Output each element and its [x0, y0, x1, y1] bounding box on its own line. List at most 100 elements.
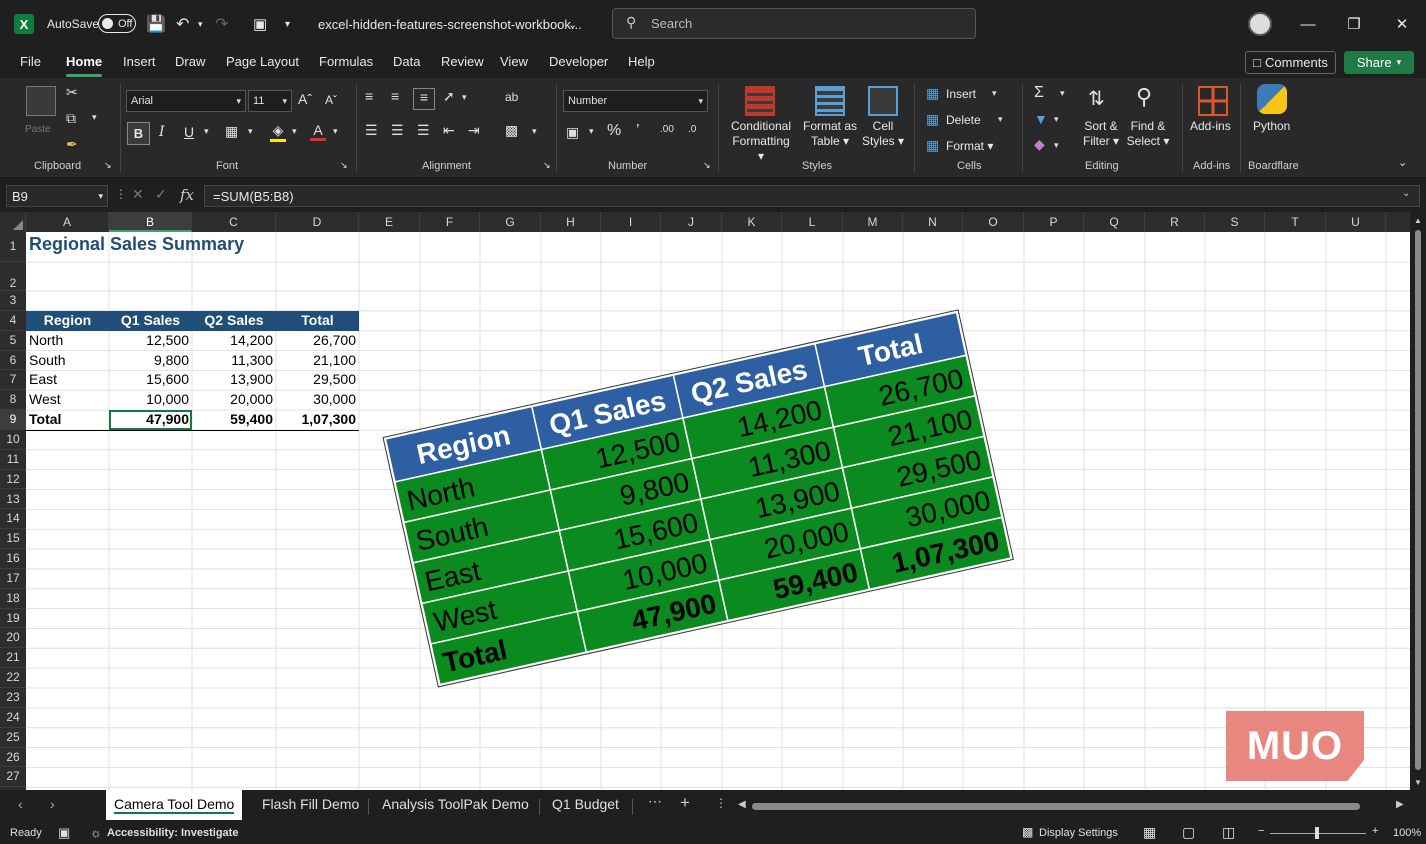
merge-center-icon[interactable]: ▩ [505, 122, 518, 139]
more-sheets-icon[interactable]: ⋯ [648, 793, 662, 810]
restore-icon[interactable]: ❐ [1342, 12, 1366, 36]
increase-decimal-icon[interactable]: .00 [660, 124, 674, 135]
insert-dropdown-icon[interactable]: ▾ [992, 88, 997, 99]
display-settings-icon[interactable]: ▩ [1022, 825, 1033, 839]
tab-data[interactable]: Data [393, 54, 420, 69]
cell-styles-button[interactable]: Cell Styles ▾ [858, 119, 908, 149]
copy-icon[interactable]: ⧉ [66, 110, 76, 127]
tab-view[interactable]: View [500, 54, 528, 69]
top-align-icon[interactable]: ≡ [365, 88, 373, 104]
find-select-icon[interactable]: ⚲ [1136, 84, 1152, 110]
file-name[interactable]: excel-hidden-features-screenshot-workboo… [318, 0, 582, 48]
worksheet-grid[interactable]: ABCDEFGHIJKLMNOPQRSTU 1 2 3 4 5 6 7 8 9 10 11 12 13 1… [0, 212, 1410, 790]
delete-cells-icon[interactable]: ▦ [926, 111, 939, 128]
decrease-font-size-icon[interactable]: Aˇ [325, 93, 337, 107]
tab-options-icon[interactable]: ⋮ [715, 796, 727, 810]
accessibility-status[interactable]: Accessibility: Investigate [107, 827, 238, 839]
add-ins-button[interactable]: Add-ins [1190, 119, 1231, 134]
insert-cells-button[interactable]: Insert [946, 87, 976, 102]
orientation-icon[interactable]: ➚ [443, 88, 455, 105]
fill-color-icon[interactable]: ◈ [270, 122, 286, 142]
percent-icon[interactable]: % [607, 122, 621, 140]
orientation-dropdown-icon[interactable]: ▾ [462, 92, 467, 103]
sheet-tab-q1-budget[interactable]: Q1 Budget [552, 796, 619, 812]
ribbon-collapse-chevron-icon[interactable]: ⌄ [1398, 156, 1407, 169]
fill-icon[interactable]: ▼ [1034, 111, 1048, 127]
save-icon[interactable]: 💾 [146, 0, 166, 48]
decrease-indent-icon[interactable]: ⇤ [443, 122, 455, 139]
align-right-icon[interactable]: ☰ [417, 122, 430, 139]
close-icon[interactable]: ✕ [1390, 12, 1414, 36]
zoom-in-icon[interactable]: + [1372, 825, 1378, 837]
tab-developer[interactable]: Developer [549, 54, 608, 69]
borders-dropdown-icon[interactable]: ▾ [248, 126, 253, 137]
format-cells-button[interactable]: Format ▾ [946, 139, 993, 154]
middle-align-icon[interactable]: ≡ [391, 88, 399, 104]
format-as-table-button[interactable]: Format as Table ▾ [800, 119, 860, 149]
scroll-left-icon[interactable]: ◀ [738, 799, 746, 810]
tab-review[interactable]: Review [441, 54, 484, 69]
scroll-down-icon[interactable]: ▼ [1414, 778, 1422, 787]
confirm-formula-icon[interactable]: ✓ [155, 186, 167, 203]
conditional-formatting-icon[interactable] [745, 86, 775, 116]
increase-indent-icon[interactable]: ⇥ [468, 122, 480, 139]
borders-icon[interactable]: ▦ [225, 123, 238, 140]
format-cells-icon[interactable]: ▦ [926, 137, 939, 154]
next-sheet-icon[interactable]: › [50, 796, 55, 812]
copy-dropdown-icon[interactable]: ▾ [92, 112, 97, 123]
format-as-table-icon[interactable] [815, 86, 845, 116]
increase-font-size-icon[interactable]: Aˆ [298, 91, 312, 107]
prev-sheet-icon[interactable]: ‹ [18, 796, 23, 812]
tab-home[interactable]: Home [66, 54, 103, 77]
bottom-align-icon[interactable]: ≡ [413, 88, 435, 110]
alignment-launcher-icon[interactable]: ↘ [543, 160, 551, 171]
font-size-select[interactable]: 11 ▾ [248, 90, 292, 112]
zoom-slider-thumb[interactable] [1315, 827, 1319, 839]
underline-dropdown-icon[interactable]: ▾ [204, 126, 209, 137]
vertical-scrollbar[interactable]: ▲ ▼ [1410, 212, 1426, 790]
formula-input[interactable]: =SUM(B5:B8) [204, 185, 1420, 207]
cell-styles-icon[interactable] [868, 86, 898, 116]
filename-chevron-down-icon[interactable]: ⌄ [568, 0, 577, 48]
sort-filter-button[interactable]: Sort & Filter ▾ [1078, 119, 1124, 149]
align-center-icon[interactable]: ☰ [391, 122, 404, 139]
scroll-right-icon[interactable]: ▶ [1396, 799, 1404, 810]
avatar[interactable] [1248, 12, 1272, 36]
cancel-formula-icon[interactable]: ✕ [132, 186, 144, 203]
python-button[interactable]: Python [1253, 119, 1290, 134]
camera-tool-picture[interactable]: RegionQ1 SalesQ2 SalesTotalNorth12,50014… [0, 212, 1410, 790]
undo-dropdown-icon[interactable]: ▾ [198, 0, 203, 48]
insert-cells-icon[interactable]: ▦ [926, 85, 939, 102]
sheet-tab-analysis-toolpak-demo[interactable]: Analysis ToolPak Demo [382, 796, 529, 812]
merge-dropdown-icon[interactable]: ▾ [532, 126, 537, 137]
italic-button[interactable]: I [159, 124, 165, 140]
minimize-icon[interactable]: — [1296, 12, 1320, 36]
page-break-view-icon[interactable]: ◫ [1222, 824, 1235, 841]
sheet-tab-flash-fill-demo[interactable]: Flash Fill Demo [262, 796, 359, 812]
horizontal-scroll-thumb[interactable] [752, 803, 1360, 810]
tab-help[interactable]: Help [628, 54, 655, 69]
vertical-scroll-thumb[interactable] [1415, 230, 1421, 770]
autosum-icon[interactable]: Σ [1034, 84, 1044, 102]
page-layout-view-icon[interactable]: ▢ [1182, 824, 1195, 841]
delete-cells-button[interactable]: Delete [946, 113, 981, 128]
search-input[interactable]: ⚲ Search [612, 8, 976, 39]
comma-style-icon[interactable]: ’ [636, 122, 640, 140]
sort-filter-icon[interactable]: ⇅ [1088, 86, 1105, 111]
font-color-dropdown-icon[interactable]: ▾ [333, 126, 338, 137]
comments-button[interactable]: □ Comments [1245, 51, 1336, 74]
decrease-decimal-icon[interactable]: .0 [688, 124, 696, 135]
zoom-level[interactable]: 100% [1393, 827, 1421, 839]
bold-button[interactable]: B [127, 122, 150, 145]
accessibility-icon[interactable]: ☼ [90, 825, 102, 840]
conditional-formatting-button[interactable]: Conditional Formatting ▾ [728, 119, 794, 164]
name-box[interactable]: B9 ▾ [6, 185, 108, 207]
autosum-dropdown-icon[interactable]: ▾ [1060, 88, 1065, 99]
font-name-select[interactable]: Arial ▾ [126, 90, 246, 112]
number-format-select[interactable]: Number ▾ [563, 90, 708, 112]
undo-icon[interactable]: ↶ [176, 0, 189, 48]
autosave-toggle[interactable]: Off [98, 14, 136, 33]
tab-draw[interactable]: Draw [175, 54, 205, 69]
scroll-up-icon[interactable]: ▲ [1414, 216, 1422, 225]
insert-function-icon[interactable]: fx [180, 186, 194, 204]
